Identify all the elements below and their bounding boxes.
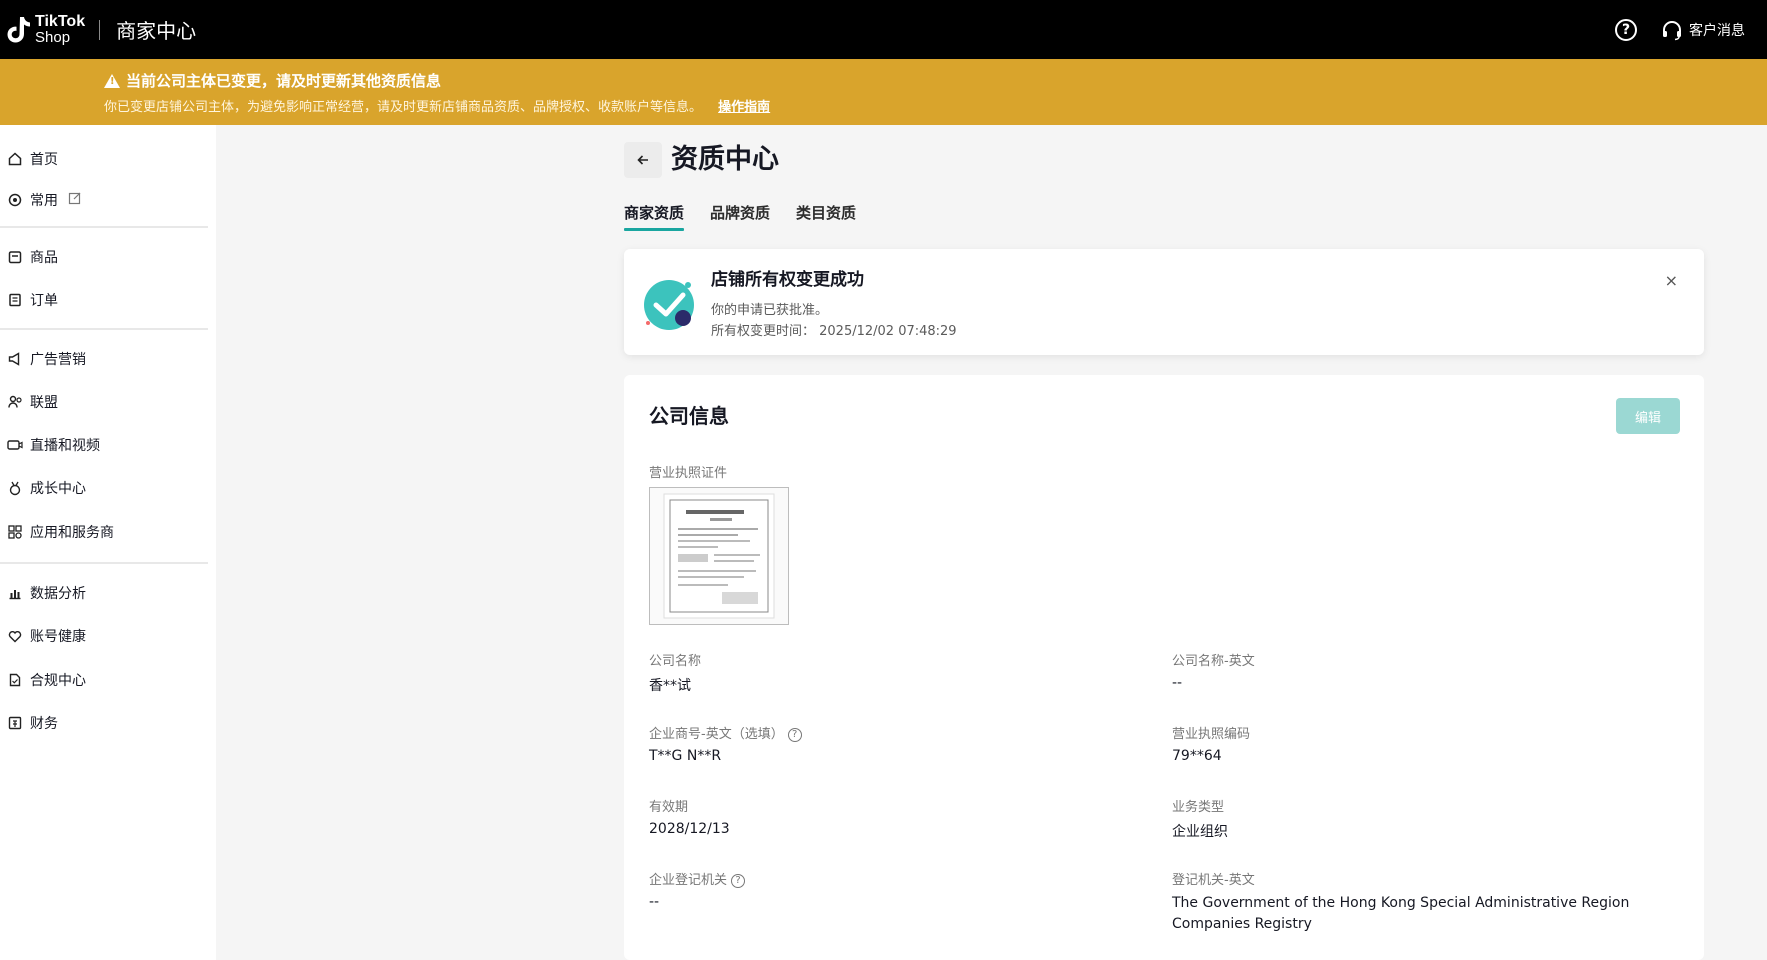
field-value-validity: 2028/12/13 [649,821,730,837]
star-icon [6,191,24,209]
sidebar-item-label: 订单 [30,293,58,309]
app-title: 商家中心 [116,19,197,43]
customer-service-button[interactable]: 客户消息 [1661,19,1745,41]
tiktok-shop-logo[interactable]: TikTok Shop [6,0,85,59]
topbar-divider [99,19,101,40]
product-icon [6,248,24,266]
sidebar-item-label: 商品 [30,250,58,266]
megaphone-icon [6,350,24,368]
sidebar-item-label: 联盟 [30,395,58,411]
banner-title: 当前公司主体已变更，请及时更新其他资质信息 [126,72,442,90]
section-title: 公司信息 [649,404,729,428]
sidebar-item-growth[interactable]: 成长中心 [0,470,208,506]
field-value-company-name-en: -- [1172,675,1183,691]
people-icon [6,393,24,411]
notice-approved-text: 你的申请已获批准。 [711,303,829,318]
sidebar-item-label: 应用和服务商 [30,525,114,541]
field-label-business-type: 业务类型 [1172,800,1225,815]
sidebar-item-affiliate[interactable]: 联盟 [0,384,208,420]
field-label-registry-wrap: 企业登记机关? [649,869,746,888]
company-info-card: 公司信息 编辑 营业执照证件 公司名称 香**试 公司名称-英文 -- 企业商号… [624,375,1704,960]
sidebar-item-label: 直播和视频 [30,438,100,454]
apps-icon [6,523,24,541]
field-label-trade-name-wrap: 企业商号-英文（选填）? [649,723,802,742]
sidebar-item-label: 数据分析 [30,586,86,602]
sidebar-divider [0,226,208,228]
field-label-registry-en: 登记机关-英文 [1172,873,1255,888]
question-icon[interactable]: ? [731,873,746,888]
field-label-validity: 有效期 [649,800,689,815]
sidebar-item-products[interactable]: 商品 [0,239,208,275]
operation-guide-link[interactable]: 操作指南 [718,100,770,115]
success-check-icon [644,280,694,330]
field-label-license-number: 营业执照编码 [1172,727,1251,742]
tab-brand-qualification[interactable]: 品牌资质 [710,201,770,233]
arrow-left-icon [637,155,648,165]
logo-text-shop: Shop [35,28,71,46]
page-title: 资质中心 [671,144,779,175]
license-label: 营业执照证件 [649,466,728,481]
close-icon[interactable]: × [1665,271,1678,290]
top-bar: TikTok Shop 商家中心 ? 客户消息 [0,0,1767,59]
sidebar: 首页 常用 商品 订单 广告营销 联盟 直播和视频 成长中心 应用和服务商 数据… [0,125,216,960]
field-label-registry: 企业登记机关 [649,873,728,888]
sidebar-item-label: 首页 [30,152,58,168]
field-value-company-name: 香**试 [649,678,691,694]
edit-button[interactable]: 编辑 [1616,398,1680,434]
tab-category-qualification[interactable]: 类目资质 [796,201,856,233]
chart-icon [6,584,24,602]
sidebar-item-ads[interactable]: 广告营销 [0,341,208,377]
warning-icon [104,73,120,88]
edit-icon[interactable] [68,191,82,209]
sidebar-item-label: 合规中心 [30,673,86,689]
sidebar-item-live-video[interactable]: 直播和视频 [0,427,208,463]
field-value-business-type: 企业组织 [1172,824,1228,840]
order-icon [6,291,24,309]
compliance-icon [6,671,24,689]
tab-merchant-qualification[interactable]: 商家资质 [624,201,685,233]
sidebar-item-home[interactable]: 首页 [0,141,208,177]
sidebar-item-compliance[interactable]: 合规中心 [0,662,208,698]
sidebar-item-account-health[interactable]: 账号健康 [0,618,208,654]
sidebar-item-label: 账号健康 [30,629,86,645]
sidebar-item-label: 财务 [30,716,58,732]
field-value-license-number: 79**64 [1172,748,1222,764]
field-label-trade-name: 企业商号-英文（选填） [649,727,784,742]
document-preview-icon [663,493,775,619]
field-value-registry-en: The Government of the Hong Kong Special … [1172,895,1630,932]
health-icon [6,627,24,645]
qualification-tabs: 商家资质 品牌资质 类目资质 [624,201,882,233]
banner-description: 你已变更店铺公司主体，为避免影响正常经营，请及时更新店铺商品资质、品牌授权、收款… [104,100,703,115]
sidebar-item-label: 广告营销 [30,352,86,368]
field-label-company-name-en: 公司名称-英文 [1172,654,1255,669]
logo-text-tiktok: TikTok [35,12,86,30]
sidebar-item-label: 成长中心 [30,481,86,497]
sidebar-item-label: 常用 [30,193,58,209]
ownership-change-notice: 店铺所有权变更成功 你的申请已获批准。 所有权变更时间： 2025/12/02 … [624,249,1704,355]
tiktok-logo-icon [7,16,30,42]
sidebar-item-orders[interactable]: 订单 [0,282,208,318]
sidebar-item-finance[interactable]: 财务 [0,705,208,741]
back-button[interactable] [624,142,662,178]
medal-icon [6,479,24,497]
customer-service-label: 客户消息 [1689,22,1745,39]
sidebar-item-apps[interactable]: 应用和服务商 [0,514,208,550]
sidebar-divider [0,328,208,330]
field-label-company-name: 公司名称 [649,654,702,669]
field-value-registry: -- [649,894,660,910]
field-value-trade-name: T**G N**R [649,748,722,764]
warning-banner: 当前公司主体已变更，请及时更新其他资质信息 你已变更店铺公司主体，为避免影响正常… [0,59,1767,125]
business-license-thumbnail[interactable] [649,487,789,625]
sidebar-item-favorites[interactable]: 常用 [0,182,208,218]
home-icon [6,150,24,168]
headset-icon [1663,20,1681,40]
video-icon [6,436,24,454]
notice-title: 店铺所有权变更成功 [711,270,864,290]
sidebar-divider [0,562,208,564]
notice-change-time: 所有权变更时间： 2025/12/02 07:48:29 [711,324,957,339]
finance-icon [6,714,24,732]
sidebar-item-analytics[interactable]: 数据分析 [0,575,208,611]
question-icon[interactable]: ? [787,727,802,742]
help-icon[interactable]: ? [1615,18,1637,41]
